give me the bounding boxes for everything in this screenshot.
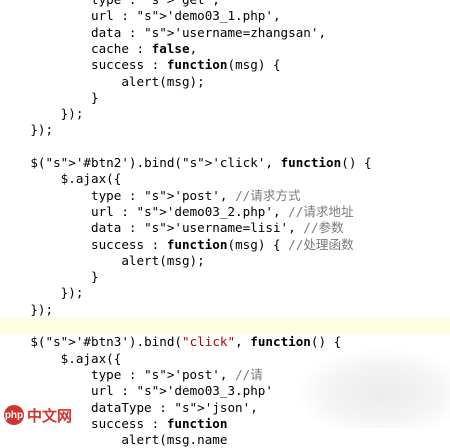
code-line: }); (0, 122, 54, 138)
watermark-text: 中文网 (27, 407, 73, 425)
code-line: alert(msg.name (0, 432, 228, 448)
code-line: }); (0, 285, 84, 301)
code-line: type : "s">'post', //请求方式 (0, 187, 301, 203)
php-logo-icon: php (4, 405, 24, 425)
code-line: success : function(msg) { (0, 57, 281, 73)
code-line: url : "s">'demo03_2.php', //请求地址 (0, 203, 354, 219)
code-line (0, 318, 450, 334)
code-line: data : "s">'username=zhangsan', (0, 24, 327, 40)
code-line: url : "s">'demo03_3.php' (0, 383, 273, 399)
code-line: url : "s">'demo03_1.php', (0, 8, 281, 24)
watermark-logo: php 中文网 (4, 404, 72, 426)
code-line: $("s">'#btn3').bind("click", function() … (0, 334, 342, 350)
code-editor[interactable]: type : "s">'get', url : "s">'demo03_1.ph… (0, 0, 450, 447)
code-line: $.ajax({ (0, 350, 122, 366)
code-line: }); (0, 301, 54, 317)
code-line: $("s">'#btn2').bind("s">'click', functio… (0, 155, 372, 170)
code-line: type : "s">'get', (0, 0, 450, 8)
code-line: }); (0, 106, 84, 122)
code-line: alert(msg); (0, 73, 205, 89)
code-line: success : function(msg) { //处理函数 (0, 236, 354, 252)
code-line: $.ajax({ (0, 171, 122, 187)
code-line: alert(msg); (0, 252, 205, 268)
code-line: type : "s">'post', //请 (0, 366, 263, 382)
code-line: data : "s">'username=lisi', //参数 (0, 220, 344, 236)
code-line: } (0, 89, 99, 105)
code-line: cache : false, (0, 40, 198, 56)
code-line: } (0, 269, 99, 285)
